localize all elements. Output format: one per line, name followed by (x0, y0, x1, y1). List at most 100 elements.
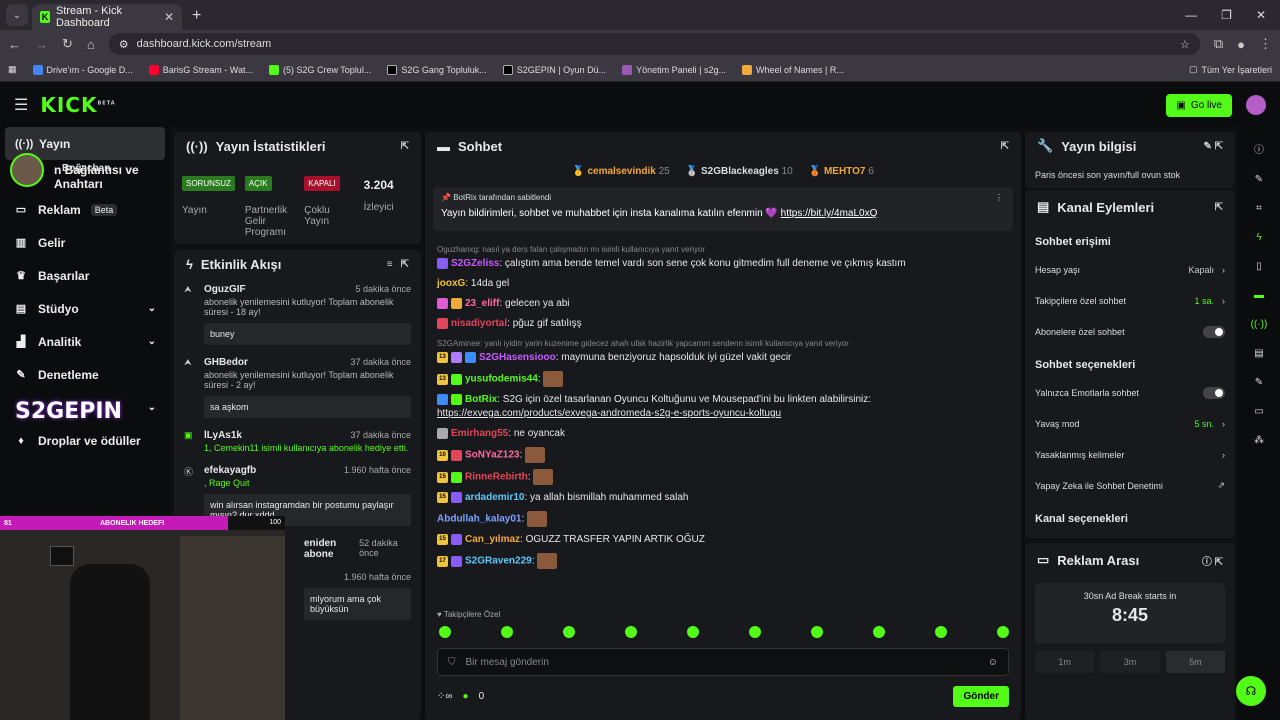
new-tab-icon[interactable]: + (192, 7, 201, 25)
setting-row-banned-words[interactable]: Yasaklanmış kelimeler › (1025, 439, 1235, 470)
filter-icon[interactable]: ≡ (387, 259, 393, 270)
user-avatar[interactable] (1246, 95, 1266, 115)
kick-topbar: ☰ KICKBETA ▣ Go live (0, 83, 1280, 127)
bookmark-item[interactable]: S2GEPIN | Oyun Dü... (502, 64, 606, 75)
leader-item[interactable]: 🥉 MEHTO7 6 (809, 166, 874, 177)
tab-search-button[interactable]: ⌄ (6, 4, 28, 26)
site-info-icon[interactable]: ⚙ (119, 38, 129, 51)
lightning-icon[interactable]: ϟ (1256, 232, 1261, 243)
leader-item[interactable]: 🥈 S2GBlackeagles 10 (686, 166, 793, 177)
analytics-icon: ▟ (16, 336, 26, 348)
go-live-button[interactable]: ▣ Go live (1166, 93, 1232, 117)
chat-input-placeholder: Bir mesaj gönderin (465, 656, 549, 668)
url-field[interactable]: ⚙ dashboard.kick.com/stream ☆ (108, 33, 1200, 55)
wrench-icon: 🔧 (1037, 138, 1054, 153)
browser-tab[interactable]: K Stream - Kick Dashboard ✕ (32, 4, 182, 30)
bookmark-item[interactable]: Wheel of Names | R... (741, 64, 844, 75)
chat-message: 15 ardademir10: ya allah bismillah muhamm… (437, 491, 1009, 505)
chevron-down-icon: ⌄ (147, 402, 156, 413)
popout-icon[interactable]: ⇱ (401, 141, 409, 152)
send-button[interactable]: Gönder (953, 685, 1009, 707)
ad-duration-1m[interactable]: 1m (1035, 651, 1095, 673)
setting-row-slow-mode[interactable]: Yavaş mod 5 sn. › (1025, 408, 1235, 439)
pinned-message[interactable]: 📌 BotRix tarafından sabitlendi ⋮ Yayın bi… (433, 187, 1013, 231)
list-icon[interactable]: ▤ (1254, 348, 1263, 359)
ad-duration-3m[interactable]: 3m (1100, 651, 1160, 673)
setting-row-followers-only[interactable]: Takipçilere özel sohbet 1 sa. › (1025, 285, 1235, 316)
wrench-icon[interactable]: ✎ (1255, 377, 1263, 388)
sidebar-item-reklam[interactable]: ▭ Reklam Beta (0, 193, 170, 226)
emote-button[interactable] (687, 626, 699, 638)
edit-icon[interactable]: ✎ ⇱ (1203, 141, 1223, 152)
emote-button[interactable] (439, 626, 451, 638)
sidebar-item-basarilar[interactable]: ♛ Başarılar (0, 259, 170, 292)
broadcast-icon[interactable]: ((·)) (1251, 319, 1268, 330)
sidebar-item-gelir[interactable]: ▥ Gelir (0, 226, 170, 259)
subscribers-only-toggle[interactable] (1203, 325, 1225, 338)
emote-button[interactable] (935, 626, 947, 638)
bookmark-item[interactable]: BarisG Stream - Wat... (148, 64, 253, 75)
popout-icon[interactable]: ⇱ (1001, 141, 1009, 152)
bookmark-item[interactable]: Yönetim Paneli | s2g... (622, 64, 726, 75)
emote-button[interactable] (625, 626, 637, 638)
tv-image (50, 546, 74, 566)
emote-button[interactable] (749, 626, 761, 638)
info-icon[interactable]: ⓘ ⇱ (1202, 553, 1223, 568)
bookmark-star-icon[interactable]: ☆ (1180, 38, 1190, 51)
close-tab-icon[interactable]: ✕ (164, 10, 174, 24)
emote-button[interactable] (501, 626, 513, 638)
info-icon[interactable]: ⓘ (1254, 141, 1264, 156)
kick-k-icon: ▣ (1176, 99, 1186, 111)
apps-icon[interactable]: ▦ (8, 64, 17, 75)
ad-duration-5m[interactable]: 5m (1165, 651, 1225, 673)
chat-message: Abdullah_kalay01: (437, 511, 1009, 527)
bookmark-item[interactable]: S2G Gang Topluluk... (387, 64, 487, 75)
emote-button[interactable] (563, 626, 575, 638)
bookmark-item[interactable]: Drive'ım - Google D... (32, 64, 133, 75)
apps-icon[interactable]: ⁂ (1254, 435, 1264, 446)
sub-goal-total: 100 (228, 516, 285, 530)
emote-button[interactable] (873, 626, 885, 638)
chat-icon[interactable]: ▬ (1254, 290, 1264, 301)
sidebar-item-droplar[interactable]: ♦ Droplar ve ödüller (0, 424, 170, 457)
emote-button[interactable] (997, 626, 1009, 638)
all-bookmarks[interactable]: ▢ Tüm Yer İşaretleri (1189, 64, 1272, 75)
minimize-icon[interactable]: — (1185, 8, 1197, 22)
crop-icon[interactable]: ⌗ (1256, 203, 1262, 214)
activity-item: ⮝ OguzGIF 5 dakika önce abonelik yenilemesi… (174, 278, 421, 351)
setting-row-ai-moderation[interactable]: Yapay Zeka ile Sohbet Denetimi ⇗ (1025, 470, 1235, 501)
setting-row-account-age[interactable]: Hesap yaşı Kapalı › (1025, 254, 1235, 285)
sidebar-item-denetleme[interactable]: ✎ Denetleme (0, 358, 170, 391)
close-window-icon[interactable]: ✕ (1256, 8, 1266, 22)
popout-icon[interactable]: ⇱ (1215, 202, 1223, 213)
emoji-picker-icon[interactable]: ☺ (988, 657, 998, 668)
chat-commands-icon[interactable]: ⁘∞ (437, 691, 453, 702)
browser-menu-icon[interactable]: ⋮ (1259, 36, 1272, 52)
sidebar-item-studyo[interactable]: ▤ Stüdyo ⌄ (0, 292, 170, 325)
support-fab-icon[interactable]: ☊ (1236, 676, 1266, 706)
document-icon[interactable]: ▯ (1256, 261, 1262, 272)
home-icon[interactable]: ⌂ (87, 37, 95, 52)
chat-input[interactable]: ⛉ Bir mesaj gönderin ☺ (437, 648, 1009, 676)
kick-logo[interactable]: KICKBETA (40, 93, 115, 117)
stream-stats-panel: ((·)) Yayın İstatistikleri ⇱ SORUNSUZ Yayın… (174, 132, 421, 244)
sidebar-item-analitik[interactable]: ▟ Analitik ⌄ (0, 325, 170, 358)
reload-icon[interactable]: ↻ (62, 36, 73, 52)
pinned-link[interactable]: https://bit.ly/4maL0xQ (781, 208, 878, 219)
emote-only-toggle[interactable] (1203, 386, 1225, 399)
extensions-icon[interactable]: ⧉ (1214, 36, 1223, 52)
popout-icon[interactable]: ⇱ (401, 259, 409, 270)
profile-icon[interactable]: ● (1237, 37, 1245, 52)
back-icon[interactable]: ← (8, 37, 21, 52)
leader-item[interactable]: 🥇 cemalsevindik 25 (572, 166, 670, 177)
chat-link[interactable]: https://exvega.com/products/exvega-andro… (437, 408, 781, 419)
studio-icon: ▤ (15, 303, 27, 315)
restore-icon[interactable]: ❐ (1221, 8, 1232, 22)
forward-icon[interactable]: → (35, 37, 48, 52)
window-icon[interactable]: ▭ (1254, 406, 1263, 417)
bookmark-item[interactable]: (5) S2G Crew Toplul... (268, 64, 371, 75)
more-options-icon[interactable]: ⋮ (995, 193, 1003, 202)
menu-icon[interactable]: ☰ (14, 95, 28, 115)
emote-button[interactable] (811, 626, 823, 638)
edit-icon[interactable]: ✎ (1255, 174, 1263, 185)
